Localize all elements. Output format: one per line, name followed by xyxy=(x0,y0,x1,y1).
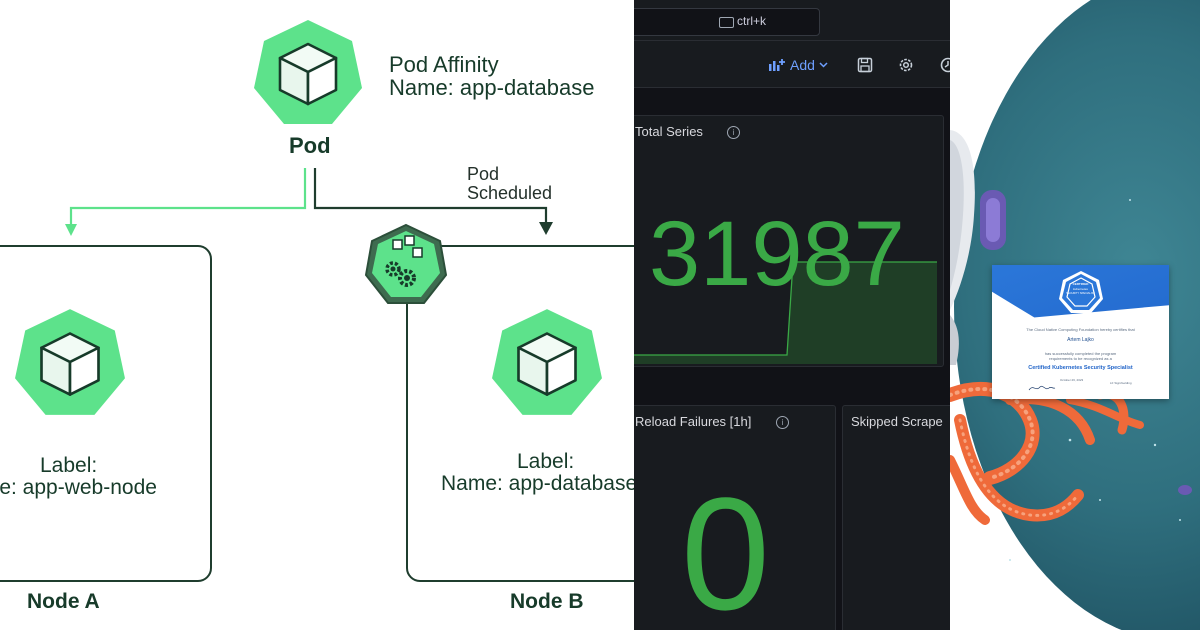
certificate-illustration: CERTIFIED kubernetes SECURITY SPECIALIST… xyxy=(950,0,1200,630)
panel-reload-failures[interactable]: Reload Failures [1h] i 0 xyxy=(634,405,836,630)
connector-to-node-a xyxy=(69,168,307,228)
node-a-label-line1: Label: xyxy=(40,454,98,477)
pod-scheduled-line2: Scheduled xyxy=(467,183,553,203)
node-b-label-line1: Label: xyxy=(517,450,575,473)
pod-scheduled-line1: Pod xyxy=(467,164,500,184)
panel-skipped-scrapes[interactable]: Skipped Scrape xyxy=(842,405,950,630)
certificate-date: October 26, 2023 xyxy=(1060,378,1084,382)
node-a-label-line2: Name: app-web-node xyxy=(0,476,157,499)
dashboard-toolbar: Add xyxy=(634,41,950,88)
node-b-title: Node B xyxy=(510,590,584,613)
panel-title: Skipped Scrape xyxy=(851,414,943,429)
info-icon[interactable]: i xyxy=(776,416,789,429)
scheduler-heptagon xyxy=(364,223,448,304)
keyboard-icon xyxy=(719,17,734,28)
cube-icon xyxy=(517,332,577,396)
arrowhead-node-a xyxy=(65,224,77,236)
clock-icon[interactable] xyxy=(939,56,950,74)
reload-failures-value: 0 xyxy=(681,464,770,630)
total-series-value: 31987 xyxy=(649,203,905,305)
pod-label: Pod xyxy=(289,133,331,158)
certificate-signer: LF Sign/Gelding xyxy=(1110,381,1132,385)
badge-mid-text: kubernetes xyxy=(1073,287,1088,291)
arrowhead-node-b xyxy=(539,222,553,235)
certificate-card: CERTIFIED kubernetes SECURITY SPECIALIST… xyxy=(992,265,1169,399)
node-b-label-line2: Name: app-database xyxy=(441,472,634,495)
certificate-body: has successfully completed the program r… xyxy=(1044,351,1117,361)
grafana-dashboard: ctrl+k Add Total Series i 31987 Reload F… xyxy=(634,0,950,630)
chevron-down-icon xyxy=(819,62,828,68)
panel-title: Reload Failures [1h] xyxy=(635,414,752,429)
panel-total-series[interactable]: Total Series i 31987 xyxy=(634,115,944,367)
node-a-title: Node A xyxy=(27,590,100,613)
certificate-title: Certified Kubernetes Security Specialist xyxy=(1028,365,1133,371)
gear-icon[interactable] xyxy=(897,56,915,74)
badge-bottom-text: SECURITY SPECIALIST xyxy=(1066,292,1095,295)
pod-heptagon xyxy=(254,20,362,124)
top-bar: ctrl+k xyxy=(634,0,950,41)
add-button[interactable]: Add xyxy=(768,55,828,75)
cube-icon xyxy=(278,42,338,106)
panel-add-icon xyxy=(769,59,785,71)
certificate-intro: The Cloud Native Computing Foundation he… xyxy=(1026,327,1135,332)
pod-affinity-diagram: Pod Affinity Name: app-database Pod Pod … xyxy=(0,0,634,630)
badge-top-text: CERTIFIED xyxy=(1072,282,1089,286)
save-icon[interactable] xyxy=(856,56,874,74)
search-input[interactable]: ctrl+k xyxy=(634,8,820,36)
node-a-heptagon xyxy=(15,309,125,415)
signature-mark xyxy=(1028,385,1056,391)
certificate-recipient: Artem Lajko xyxy=(1067,337,1094,343)
pod-affinity-name: Name: app-database xyxy=(389,75,595,100)
cube-icon xyxy=(40,332,100,396)
node-b-heptagon xyxy=(492,309,602,415)
search-shortcut: ctrl+k xyxy=(737,14,767,28)
add-button-label: Add xyxy=(790,57,815,73)
